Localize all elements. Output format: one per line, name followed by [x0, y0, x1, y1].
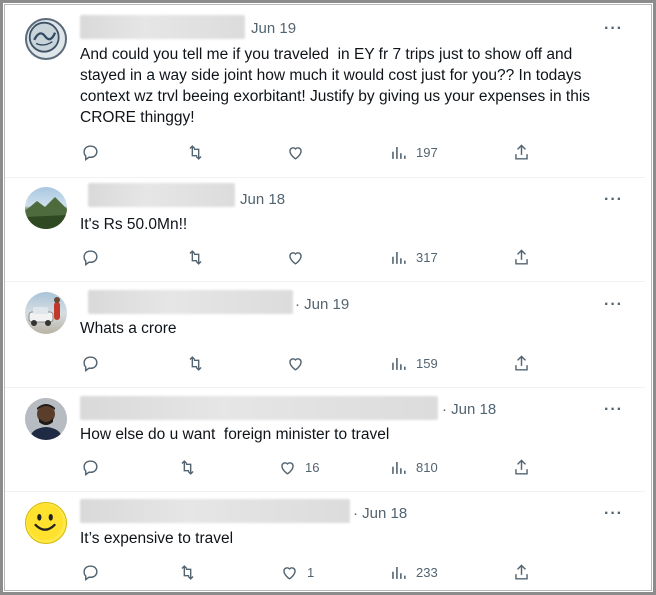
- tweet-text: How else do u want foreign minister to t…: [80, 426, 390, 443]
- like-count: 16: [305, 459, 320, 475]
- smiley-avatar[interactable]: [25, 502, 67, 544]
- repost-icon: [189, 355, 202, 371]
- car-icon: [28, 297, 60, 326]
- reply-icon: [83, 144, 98, 161]
- tweet-actions: 317: [5, 246, 645, 268]
- view-count: 810: [416, 459, 438, 475]
- repost-icon: [189, 144, 202, 160]
- like-button[interactable]: [286, 141, 313, 163]
- redacted-username: [80, 499, 350, 523]
- tweet-date[interactable]: Jun 19: [251, 20, 296, 37]
- tweet[interactable]: Jun 19 ··· And could you tell me if you …: [5, 6, 645, 178]
- heart-icon: [289, 251, 302, 265]
- share-icon: [515, 143, 528, 160]
- tweet-actions: 197: [5, 141, 645, 163]
- redacted-username: [80, 396, 438, 420]
- reply-icon: [83, 355, 98, 372]
- share-icon: [515, 354, 528, 371]
- views-button[interactable]: 233: [389, 561, 438, 583]
- more-options-icon[interactable]: ···: [604, 191, 623, 209]
- analytics-icon: [392, 566, 406, 579]
- tweet-text: And could you tell me if you traveled in…: [80, 46, 595, 126]
- share-button[interactable]: [512, 246, 531, 268]
- repost-button[interactable]: [178, 561, 197, 583]
- analytics-icon: [392, 146, 406, 159]
- more-options-icon[interactable]: ···: [604, 505, 623, 523]
- tweet[interactable]: · Jun 18 ··· It’s expensive to travel 1 …: [5, 492, 645, 588]
- repost-button[interactable]: [186, 246, 205, 268]
- tweet[interactable]: Jun 18 ··· It's Rs 50.0Mn!! 317: [5, 178, 645, 282]
- heart-icon: [289, 357, 302, 371]
- views-button[interactable]: 197: [389, 141, 438, 163]
- reply-button[interactable]: [81, 352, 100, 374]
- reply-icon: [83, 564, 98, 581]
- person-icon: [25, 398, 67, 440]
- analytics-icon: [392, 461, 406, 474]
- landscape-avatar[interactable]: [25, 187, 67, 229]
- repost-icon: [189, 249, 202, 265]
- tweet-text: It's Rs 50.0Mn!!: [80, 216, 188, 233]
- analytics-icon: [392, 357, 406, 370]
- emblem-icon: [28, 21, 60, 53]
- like-button[interactable]: [286, 246, 313, 268]
- view-count: 233: [416, 564, 438, 580]
- views-button[interactable]: 317: [389, 246, 438, 268]
- car-avatar[interactable]: [25, 292, 67, 334]
- share-button[interactable]: [512, 141, 531, 163]
- repost-button[interactable]: [186, 141, 205, 163]
- views-button[interactable]: 810: [389, 456, 438, 478]
- share-icon: [515, 248, 528, 265]
- tweet-text: Whats a crore: [80, 320, 177, 337]
- analytics-icon: [392, 251, 406, 264]
- more-options-icon[interactable]: ···: [604, 401, 623, 419]
- views-button[interactable]: 159: [389, 352, 438, 374]
- more-options-icon[interactable]: ···: [604, 296, 623, 314]
- share-button[interactable]: [512, 456, 531, 478]
- mountain-icon: [25, 197, 67, 229]
- person-avatar[interactable]: [25, 398, 67, 440]
- tweet-date[interactable]: · Jun 19: [295, 296, 349, 313]
- reply-button[interactable]: [81, 456, 100, 478]
- share-button[interactable]: [512, 561, 531, 583]
- tweet[interactable]: · Jun 18 ··· How else do u want foreign …: [5, 388, 645, 492]
- tweet-date[interactable]: · Jun 18: [353, 505, 407, 522]
- repost-icon: [181, 564, 194, 580]
- share-icon: [515, 458, 528, 475]
- share-icon: [515, 563, 528, 580]
- reply-button[interactable]: [81, 141, 100, 163]
- tweet-date[interactable]: · Jun 18: [442, 401, 496, 418]
- repost-button[interactable]: [186, 352, 205, 374]
- redacted-username: [88, 290, 293, 314]
- share-button[interactable]: [512, 352, 531, 374]
- tweet-actions: 16 810: [5, 456, 645, 478]
- reply-button[interactable]: [81, 246, 100, 268]
- tweet-text: It’s expensive to travel: [80, 530, 234, 547]
- heart-icon: [289, 146, 302, 160]
- repost-button[interactable]: [178, 456, 197, 478]
- tweet-actions: 159: [5, 352, 645, 374]
- tweet[interactable]: · Jun 19 ··· Whats a crore 159: [5, 282, 645, 388]
- like-button[interactable]: [286, 352, 313, 374]
- reply-icon: [83, 249, 98, 266]
- view-count: 197: [416, 144, 438, 160]
- like-button[interactable]: 16: [278, 456, 319, 478]
- tweet-actions: 1 233: [5, 561, 645, 583]
- view-count: 317: [416, 249, 438, 265]
- smiley-icon: [26, 503, 64, 541]
- view-count: 159: [416, 355, 438, 371]
- tweet-date[interactable]: Jun 18: [240, 191, 285, 208]
- redacted-username: [80, 15, 245, 39]
- heart-icon: [283, 566, 296, 580]
- like-count: 1: [307, 564, 315, 580]
- like-button[interactable]: 1: [280, 561, 314, 583]
- repost-icon: [181, 459, 194, 475]
- logo-avatar[interactable]: [25, 18, 67, 60]
- more-options-icon[interactable]: ···: [604, 20, 623, 38]
- heart-icon: [281, 461, 294, 475]
- redacted-username: [88, 183, 235, 207]
- reply-icon: [83, 459, 98, 476]
- reply-button[interactable]: [81, 561, 100, 583]
